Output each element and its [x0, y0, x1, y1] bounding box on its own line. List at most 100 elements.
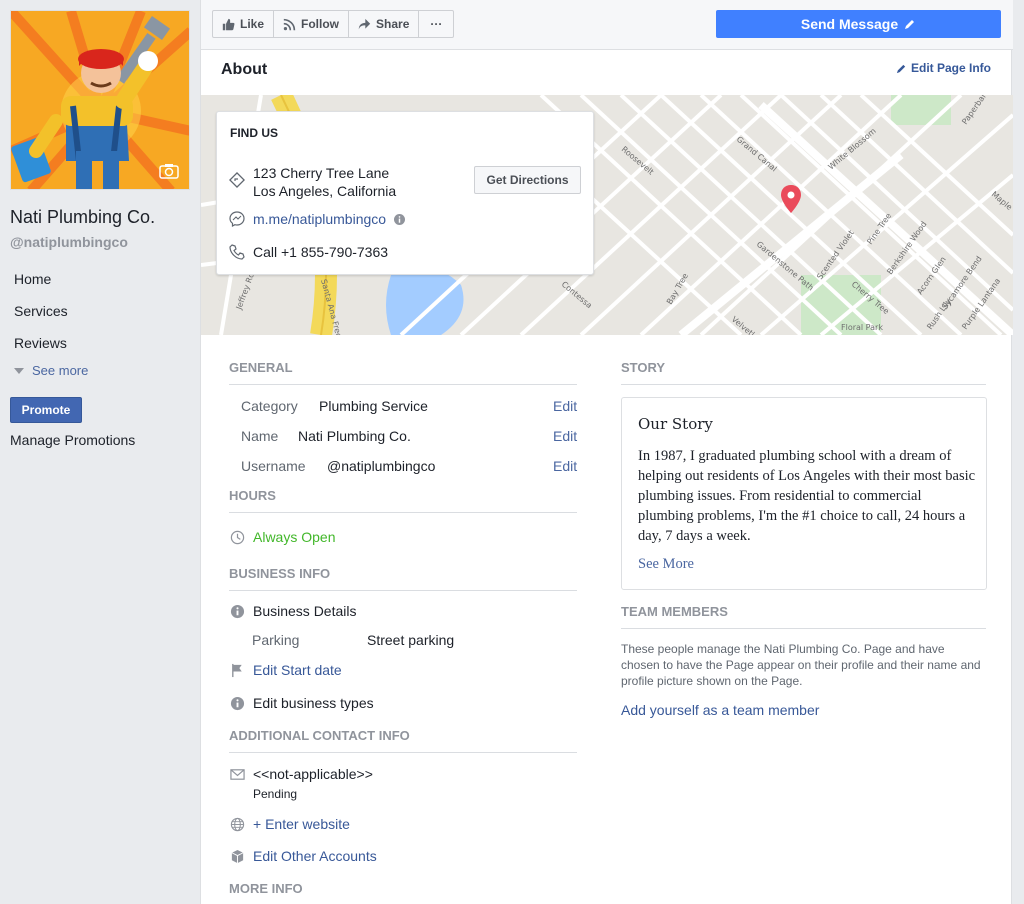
contact-info-heading: ADDITIONAL CONTACT INFO	[229, 728, 410, 743]
business-details-label: Business Details	[253, 603, 357, 619]
add-team-member-link[interactable]: Add yourself as a team member	[621, 702, 819, 718]
edit-category-link[interactable]: Edit	[553, 398, 577, 414]
phone-text[interactable]: Call +1 855-790-7363	[253, 244, 388, 260]
email-status: Pending	[253, 787, 298, 801]
more-options-button[interactable]: ···	[418, 10, 455, 38]
flag-icon	[232, 663, 242, 677]
team-description: These people manage the Nati Plumbing Co…	[621, 642, 981, 688]
action-button-group: Like Follow Share ···	[212, 10, 455, 38]
phone-row: Call +1 855-790-7363	[229, 244, 388, 260]
follow-label: Follow	[301, 17, 340, 31]
edit-username-link[interactable]: Edit	[553, 458, 577, 474]
business-info-heading: BUSINESS INFO	[229, 566, 331, 581]
divider	[229, 752, 577, 753]
general-heading: GENERAL	[229, 360, 293, 375]
page-name[interactable]: Nati Plumbing Co.	[10, 207, 155, 228]
follow-button[interactable]: Follow	[273, 10, 350, 38]
username-value: @natiplumbingco	[327, 458, 436, 474]
team-members-heading: TEAM MEMBERS	[621, 604, 728, 619]
sidebar-item-services[interactable]: Services	[14, 303, 68, 319]
other-accounts-row[interactable]: Edit Other Accounts	[230, 848, 377, 864]
promote-button[interactable]: Promote	[10, 397, 82, 423]
divider	[229, 384, 577, 385]
more-info-heading: MORE INFO	[229, 881, 303, 896]
story-see-more-link[interactable]: See More	[638, 556, 694, 573]
email-row: <<not-applicable>>	[230, 766, 373, 782]
info-icon	[230, 696, 245, 710]
business-types-row[interactable]: Edit business types	[230, 695, 374, 711]
see-more-link[interactable]: See more	[14, 363, 88, 378]
globe-icon	[230, 817, 245, 831]
triangle-down-icon	[14, 367, 24, 374]
category-value: Plumbing Service	[319, 398, 428, 414]
divider	[621, 384, 986, 385]
edit-other-accounts-link[interactable]: Edit Other Accounts	[253, 848, 377, 864]
parking-label: Parking	[252, 632, 300, 648]
parking-value: Street parking	[367, 632, 455, 648]
get-directions-button[interactable]: Get Directions	[474, 166, 581, 194]
page-profile-picture[interactable]	[10, 10, 190, 190]
pencil-icon	[905, 20, 915, 29]
map-label: Floral Park	[841, 323, 883, 332]
name-value: Nati Plumbing Co.	[298, 428, 411, 444]
find-us-card: FIND US 123 Cherry Tree Lane Los Angeles…	[216, 111, 594, 275]
address-line2: Los Angeles, California	[253, 183, 397, 199]
story-title: Our Story	[638, 415, 713, 433]
clock-icon	[230, 530, 245, 544]
email-value: <<not-applicable>>	[253, 766, 373, 782]
category-label: Category	[241, 398, 298, 414]
thumbs-up-icon	[222, 18, 235, 30]
directions-icon	[229, 172, 245, 188]
send-message-button[interactable]: Send Message	[716, 10, 1001, 38]
hours-heading: HOURS	[229, 488, 276, 503]
left-sidebar: Nati Plumbing Co. @natiplumbingco Home S…	[0, 0, 200, 904]
edit-page-info-link[interactable]: Edit Page Info	[896, 61, 991, 75]
rss-icon	[283, 18, 296, 30]
messenger-row: m.me/natiplumbingco	[229, 211, 406, 227]
story-heading: STORY	[621, 360, 666, 375]
address-text: 123 Cherry Tree Lane Los Angeles, Califo…	[253, 164, 396, 200]
divider	[621, 628, 986, 629]
see-more-label: See more	[32, 363, 89, 378]
like-button[interactable]: Like	[212, 10, 275, 38]
page-username[interactable]: @natiplumbingco	[10, 234, 128, 250]
manage-promotions-link[interactable]: Manage Promotions	[10, 432, 135, 448]
sidebar-item-reviews[interactable]: Reviews	[14, 335, 67, 351]
website-row[interactable]: + Enter website	[230, 816, 350, 832]
edit-name-link[interactable]: Edit	[553, 428, 577, 444]
send-message-label: Send Message	[800, 16, 899, 32]
like-label: Like	[240, 17, 265, 31]
info-icon	[230, 604, 245, 618]
story-card[interactable]: Our Story In 1987, I graduated plumbing …	[621, 397, 987, 590]
find-us-heading: FIND US	[230, 126, 278, 140]
edit-start-date-row[interactable]: Edit Start date	[230, 662, 342, 678]
business-details-row: Business Details	[230, 603, 357, 619]
action-bar: Like Follow Share ··· Send Message	[201, 0, 1013, 50]
phone-icon	[229, 244, 245, 260]
main-content: Like Follow Share ··· Send Message About…	[200, 0, 1013, 904]
cube-icon	[231, 849, 244, 863]
sidebar-item-home[interactable]: Home	[14, 271, 51, 287]
story-text: In 1987, I graduated plumbing school wit…	[638, 448, 976, 544]
hours-value: Always Open	[253, 529, 336, 545]
edit-business-types-link[interactable]: Edit business types	[253, 695, 374, 711]
share-button[interactable]: Share	[348, 10, 420, 38]
share-label: Share	[376, 17, 410, 31]
enter-website-link[interactable]: + Enter website	[253, 816, 350, 832]
messenger-link[interactable]: m.me/natiplumbingco	[253, 211, 386, 227]
hours-row: Always Open	[230, 529, 335, 545]
divider	[229, 512, 577, 513]
pencil-icon	[896, 64, 906, 73]
name-label: Name	[241, 428, 279, 444]
info-icon[interactable]	[394, 214, 406, 225]
envelope-icon	[230, 768, 245, 780]
address-row: 123 Cherry Tree Lane Los Angeles, Califo…	[229, 164, 396, 200]
address-line1: 123 Cherry Tree Lane	[253, 165, 390, 181]
edit-start-date-link[interactable]: Edit Start date	[253, 662, 342, 678]
edit-page-info-label: Edit Page Info	[910, 61, 991, 75]
username-label: Username	[241, 458, 306, 474]
divider	[229, 590, 577, 591]
messenger-icon	[229, 211, 245, 227]
camera-icon[interactable]	[159, 163, 179, 179]
about-heading: About	[221, 61, 268, 78]
